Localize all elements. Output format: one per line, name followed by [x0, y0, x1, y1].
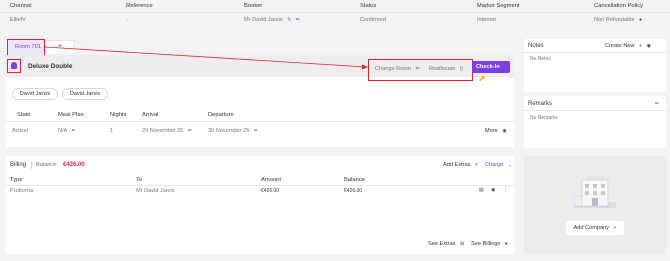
remarks-empty: No Remarks	[530, 115, 558, 121]
billing-card: Billing Balance: €426.00 Add Extras + Ch…	[6, 156, 514, 254]
remarks-divider	[524, 110, 666, 111]
info-icon: ●	[504, 241, 508, 247]
eye-icon[interactable]: ◉	[491, 187, 495, 193]
remarks-card: Remarks ✏ No Remarks	[524, 96, 666, 148]
add-company-button[interactable]: Add Company +	[566, 221, 624, 235]
notes-card: Notes Create New + ◉ No Notes	[524, 39, 666, 92]
more-vertical-icon[interactable]: ⋮	[503, 187, 508, 193]
create-note-button[interactable]: Create New + ◉	[605, 43, 651, 49]
billing-divider-bar	[31, 162, 32, 169]
eye-icon: ◉	[646, 43, 651, 49]
see-billings-label: See Billings	[471, 241, 501, 247]
remarks-title: Remarks	[528, 101, 553, 107]
billing-row[interactable]: Proforma Mr David Jarvis €426.00 €426.00…	[6, 186, 514, 196]
plus-icon: +	[639, 43, 643, 49]
notes-empty: No Notes	[530, 56, 551, 62]
see-billings-button[interactable]: See Billings ●	[471, 241, 508, 247]
billing-title: Billing	[10, 162, 27, 168]
plus-icon: +	[613, 225, 617, 231]
print-icon[interactable]: ▤	[479, 187, 484, 193]
balance-label: Balance:	[36, 162, 58, 168]
add-company-label: Add Company	[573, 225, 609, 231]
building-illustration	[573, 176, 616, 208]
create-new-label: Create New	[605, 43, 635, 49]
company-card: Add Company +	[524, 156, 666, 254]
billing-header-type: Type	[10, 177, 23, 183]
charge-button[interactable]: Charge ⌄	[485, 162, 512, 168]
see-extras-button[interactable]: See Extras ⊞	[428, 241, 464, 247]
notes-title: Notes	[528, 43, 544, 49]
add-extras-label: Add Extras	[443, 162, 471, 168]
billing-balance: €426.00	[344, 188, 363, 194]
billing-to: Mr David Jarvis	[136, 188, 175, 194]
cart-icon: ⊞	[459, 241, 465, 247]
plus-icon: +	[474, 162, 478, 168]
chevron-down-icon: ⌄	[507, 162, 513, 168]
billing-header-to: To	[136, 177, 143, 183]
notes-divider	[524, 52, 666, 53]
balance-value: €426.00	[63, 162, 85, 168]
billing-header-balance: Balance	[344, 177, 365, 183]
charge-label: Charge	[485, 162, 504, 168]
edit-icon[interactable]: ✏	[655, 101, 659, 107]
see-extras-label: See Extras	[428, 241, 456, 247]
billing-amount: €426.00	[261, 188, 280, 194]
billing-header-amount: Amount	[261, 177, 281, 183]
billing-type: Proforma	[10, 188, 34, 194]
add-extras-button[interactable]: Add Extras +	[443, 162, 478, 168]
